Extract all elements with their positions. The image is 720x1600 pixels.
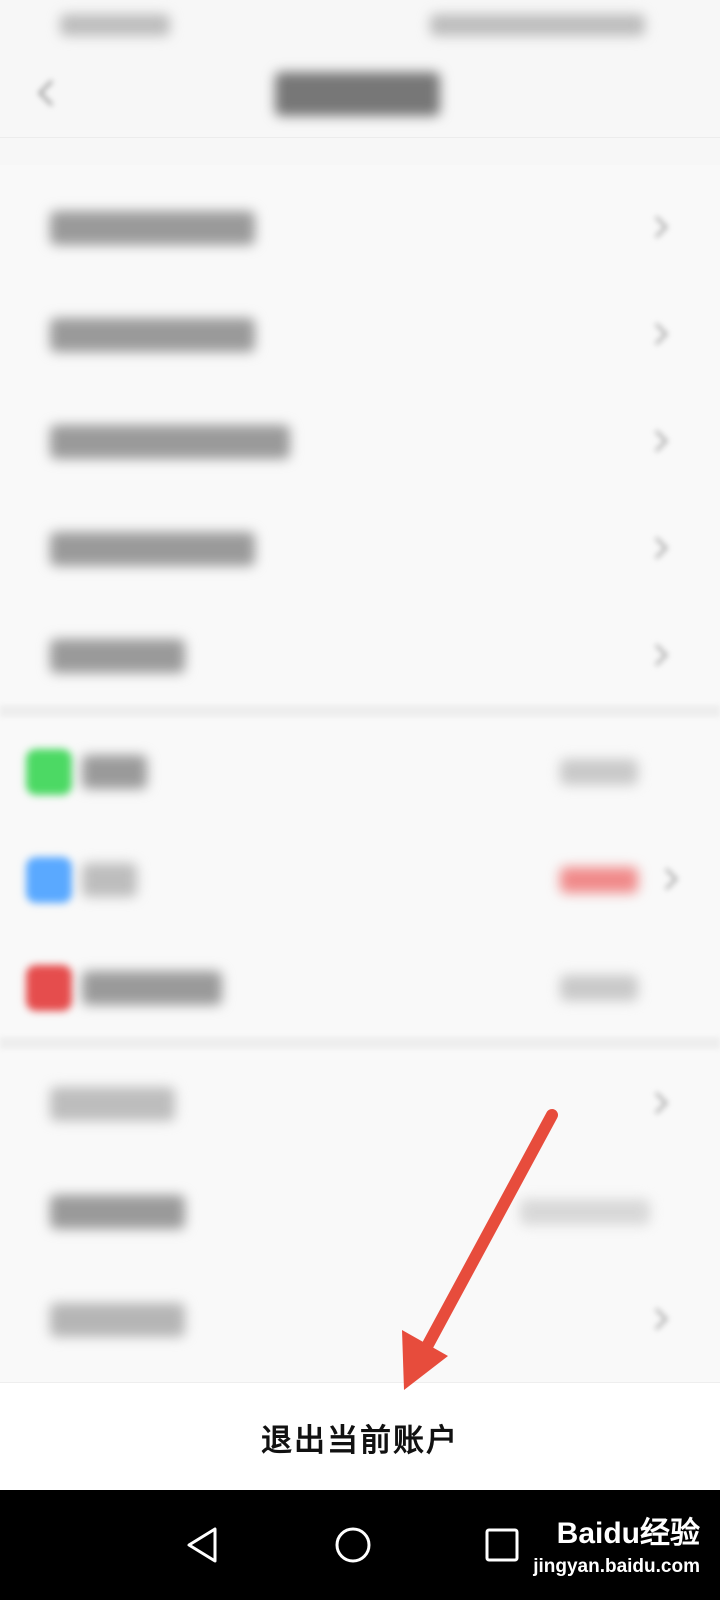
- settings-row[interactable]: [0, 173, 720, 281]
- row-value-blurred: [520, 1199, 650, 1225]
- row-status-blurred: [560, 759, 638, 785]
- weibo-icon: [26, 965, 72, 1011]
- status-carrier-blurred: [60, 14, 170, 36]
- qq-icon: [26, 857, 72, 903]
- watermark-url: jingyan.baidu.com: [533, 1556, 700, 1577]
- chevron-right-icon: [650, 641, 672, 669]
- bind-row-weibo[interactable]: [0, 933, 720, 1041]
- row-label-blurred: [50, 318, 255, 352]
- section-divider: [0, 705, 720, 717]
- row-status-blurred: [560, 975, 638, 1001]
- chevron-right-icon: [660, 865, 682, 893]
- settings-row[interactable]: [0, 494, 720, 602]
- wechat-icon: [26, 749, 72, 795]
- row-label-blurred: [50, 639, 185, 673]
- baidu-watermark: Baidu经验 jingyan.baidu.com: [533, 1500, 700, 1590]
- nav-recents-icon[interactable]: [467, 1510, 537, 1580]
- status-bar: [0, 0, 720, 48]
- row-label-blurred: [50, 1303, 185, 1337]
- status-indicators-blurred: [430, 14, 645, 36]
- navigation-bar: Baidu经验 jingyan.baidu.com: [0, 1490, 720, 1600]
- row-label-blurred: [82, 971, 222, 1005]
- chevron-right-icon: [650, 1089, 672, 1117]
- section-divider: [0, 1037, 720, 1049]
- nav-home-icon[interactable]: [318, 1510, 388, 1580]
- header: [0, 48, 720, 138]
- settings-row[interactable]: [0, 387, 720, 495]
- chevron-right-icon: [650, 1305, 672, 1333]
- bind-row-qq[interactable]: [0, 825, 720, 933]
- settings-row[interactable]: [0, 1157, 720, 1265]
- settings-row[interactable]: [0, 1049, 720, 1157]
- watermark-brand: Baidu经验: [556, 1517, 700, 1550]
- settings-list: [0, 165, 720, 1490]
- chevron-right-icon: [650, 534, 672, 562]
- bind-row-wechat[interactable]: [0, 717, 720, 825]
- logout-button[interactable]: 退出当前账户: [0, 1383, 720, 1491]
- chevron-right-icon: [650, 427, 672, 455]
- row-label-blurred: [50, 532, 255, 566]
- settings-row[interactable]: [0, 280, 720, 388]
- logout-area: 退出当前账户: [0, 1382, 720, 1490]
- back-arrow-icon[interactable]: [30, 76, 64, 110]
- row-label-blurred: [50, 1087, 175, 1121]
- row-label-blurred: [50, 211, 255, 245]
- nav-back-icon[interactable]: [168, 1510, 238, 1580]
- chevron-right-icon: [650, 213, 672, 241]
- page-title-blurred: [275, 72, 440, 116]
- settings-row[interactable]: [0, 1265, 720, 1373]
- chevron-right-icon: [650, 320, 672, 348]
- row-label-blurred: [82, 755, 147, 789]
- row-label-blurred: [50, 425, 290, 459]
- settings-row[interactable]: [0, 601, 720, 709]
- row-label-blurred: [50, 1195, 185, 1229]
- row-label-blurred: [82, 863, 137, 897]
- row-status-blurred: [560, 867, 638, 893]
